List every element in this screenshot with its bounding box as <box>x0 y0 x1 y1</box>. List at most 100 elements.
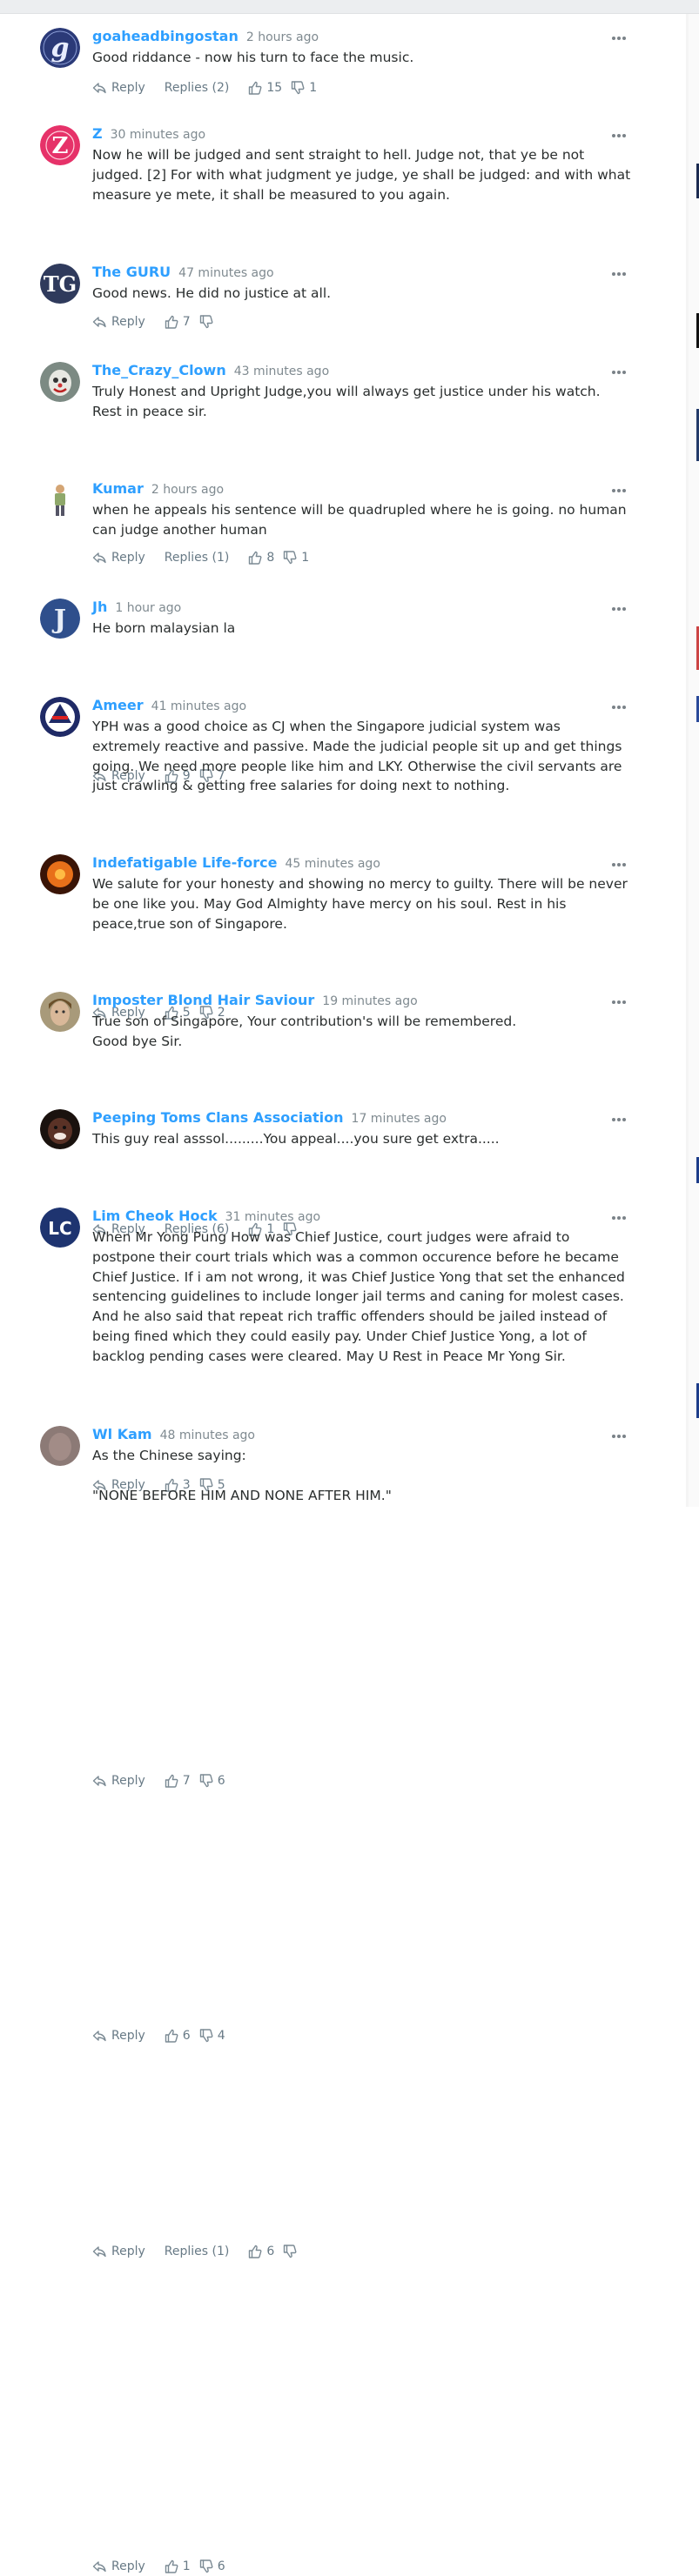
thumbs-up-icon <box>165 2559 178 2573</box>
author-name[interactable]: Jh <box>92 599 107 615</box>
avatar[interactable] <box>40 1426 80 1466</box>
reply-icon <box>92 1775 106 1787</box>
reply-button[interactable]: Reply <box>92 2245 145 2258</box>
more-options-icon[interactable] <box>612 1216 629 1221</box>
reply-icon <box>92 2030 106 2042</box>
reply-label: Reply <box>111 81 145 95</box>
timestamp[interactable]: 17 minutes ago <box>352 1112 447 1126</box>
timestamp[interactable]: 43 minutes ago <box>234 365 329 378</box>
reply-button[interactable]: Reply <box>92 315 145 329</box>
avatar[interactable] <box>40 854 80 894</box>
replies-toggle[interactable]: Replies (2) <box>165 81 230 95</box>
upvote-button[interactable]: 6 <box>165 2029 191 2043</box>
thumbs-up-icon <box>165 2029 178 2043</box>
comment-actions: Reply 7 <box>92 312 218 331</box>
comment-text: We salute for your honesty and showing n… <box>92 876 628 932</box>
upvote-count: 8 <box>266 551 275 565</box>
author-name[interactable]: Ameer <box>92 697 144 713</box>
thumbs-down-icon <box>199 315 213 329</box>
thumbs-up-icon <box>165 315 178 329</box>
timestamp[interactable]: 45 minutes ago <box>285 857 380 871</box>
comment-header: Jh 1 hour ago <box>92 598 181 617</box>
author-name[interactable]: Z <box>92 125 103 142</box>
replies-toggle[interactable]: Replies (1) <box>165 551 230 565</box>
thumbs-down-icon <box>199 2559 213 2573</box>
author-name[interactable]: Lim Cheok Hock <box>92 1208 218 1224</box>
avatar[interactable]: g <box>40 28 80 68</box>
comment-text: Good news. He did no justice at all. <box>92 285 332 301</box>
thumbs-down-icon <box>291 81 305 95</box>
reply-button[interactable]: Reply <box>92 551 145 565</box>
comment-header: Indefatigable Life-force 45 minutes ago <box>92 853 380 873</box>
timestamp[interactable]: 41 minutes ago <box>151 699 246 713</box>
upvote-button[interactable]: 6 <box>248 2245 274 2258</box>
downvote-count: 4 <box>217 2029 225 2043</box>
upvote-count: 7 <box>182 315 191 329</box>
downvote-button[interactable]: 1 <box>291 81 317 95</box>
timestamp[interactable]: 48 minutes ago <box>160 1429 255 1442</box>
avatar[interactable]: Z <box>40 125 80 165</box>
downvote-button[interactable] <box>283 2245 301 2258</box>
comment-text: As the Chinese saying: "NONE BEFORE HIM … <box>92 1448 392 1503</box>
upvote-button[interactable]: 1 <box>165 2559 191 2573</box>
comment-actions: Reply 7 6 <box>92 1771 225 1790</box>
author-name[interactable]: Peeping Toms Clans Association <box>92 1109 344 1126</box>
comment-actions: Reply Replies (1) 8 1 <box>92 548 309 567</box>
more-options-icon[interactable] <box>612 489 629 494</box>
timestamp[interactable]: 2 hours ago <box>151 483 224 497</box>
timestamp[interactable]: 31 minutes ago <box>225 1210 320 1224</box>
more-options-icon[interactable] <box>612 371 629 376</box>
timestamp[interactable]: 30 minutes ago <box>111 128 205 142</box>
comment-header: goaheadbingostan 2 hours ago <box>92 27 319 46</box>
more-options-icon[interactable] <box>612 1118 629 1123</box>
upvote-button[interactable]: 7 <box>165 315 191 329</box>
author-name[interactable]: Indefatigable Life-force <box>92 854 277 871</box>
avatar[interactable] <box>40 992 80 1032</box>
avatar[interactable] <box>40 697 80 737</box>
reply-label: Reply <box>111 2029 145 2043</box>
comment-header: Z 30 minutes ago <box>92 124 205 144</box>
author-name[interactable]: The GURU <box>92 264 171 280</box>
timestamp[interactable]: 47 minutes ago <box>178 266 273 280</box>
timestamp[interactable]: 19 minutes ago <box>322 994 417 1008</box>
more-options-icon[interactable] <box>612 706 629 711</box>
upvote-count: 15 <box>266 81 283 95</box>
more-options-icon[interactable] <box>612 1000 629 1006</box>
upvote-button[interactable]: 15 <box>248 81 282 95</box>
comment-list: g goaheadbingostan 2 hours ago Good riddanc… <box>0 14 688 2573</box>
timestamp[interactable]: 1 hour ago <box>115 601 181 615</box>
reply-button[interactable]: Reply <box>92 81 145 95</box>
more-options-icon[interactable] <box>612 1435 629 1440</box>
more-options-icon[interactable] <box>612 37 629 42</box>
reply-button[interactable]: Reply <box>92 2029 145 2043</box>
reply-button[interactable]: Reply <box>92 1774 145 1788</box>
thumbs-down-icon <box>199 2029 213 2043</box>
downvote-button[interactable]: 6 <box>199 2559 225 2573</box>
avatar[interactable] <box>40 480 80 520</box>
more-options-icon[interactable] <box>612 863 629 868</box>
comment-text: True son of Singapore, Your contribution… <box>92 1014 517 1049</box>
author-name[interactable]: The_Crazy_Clown <box>92 362 226 378</box>
timestamp[interactable]: 2 hours ago <box>246 30 319 44</box>
more-options-icon[interactable] <box>612 134 629 139</box>
author-name[interactable]: Imposter Blond Hair Saviour <box>92 992 314 1008</box>
replies-toggle[interactable]: Replies (1) <box>165 2245 230 2258</box>
downvote-button[interactable]: 1 <box>283 551 309 565</box>
more-options-icon[interactable] <box>612 272 629 278</box>
upvote-button[interactable]: 8 <box>248 551 274 565</box>
avatar[interactable]: LC <box>40 1208 80 1248</box>
more-options-icon[interactable] <box>612 607 629 612</box>
author-name[interactable]: goaheadbingostan <box>92 28 239 44</box>
author-name[interactable]: Wl Kam <box>92 1426 152 1442</box>
downvote-button[interactable]: 6 <box>199 1774 225 1788</box>
avatar[interactable] <box>40 1109 80 1149</box>
avatar[interactable]: TG <box>40 264 80 304</box>
upvote-button[interactable]: 7 <box>165 1774 191 1788</box>
avatar[interactable]: J <box>40 599 80 639</box>
avatar[interactable] <box>40 362 80 402</box>
downvote-button[interactable]: 4 <box>199 2029 225 2043</box>
downvote-button[interactable] <box>199 315 218 329</box>
reply-button[interactable]: Reply <box>92 2559 145 2573</box>
author-name[interactable]: Kumar <box>92 480 144 497</box>
thumbs-up-icon <box>248 2245 262 2258</box>
